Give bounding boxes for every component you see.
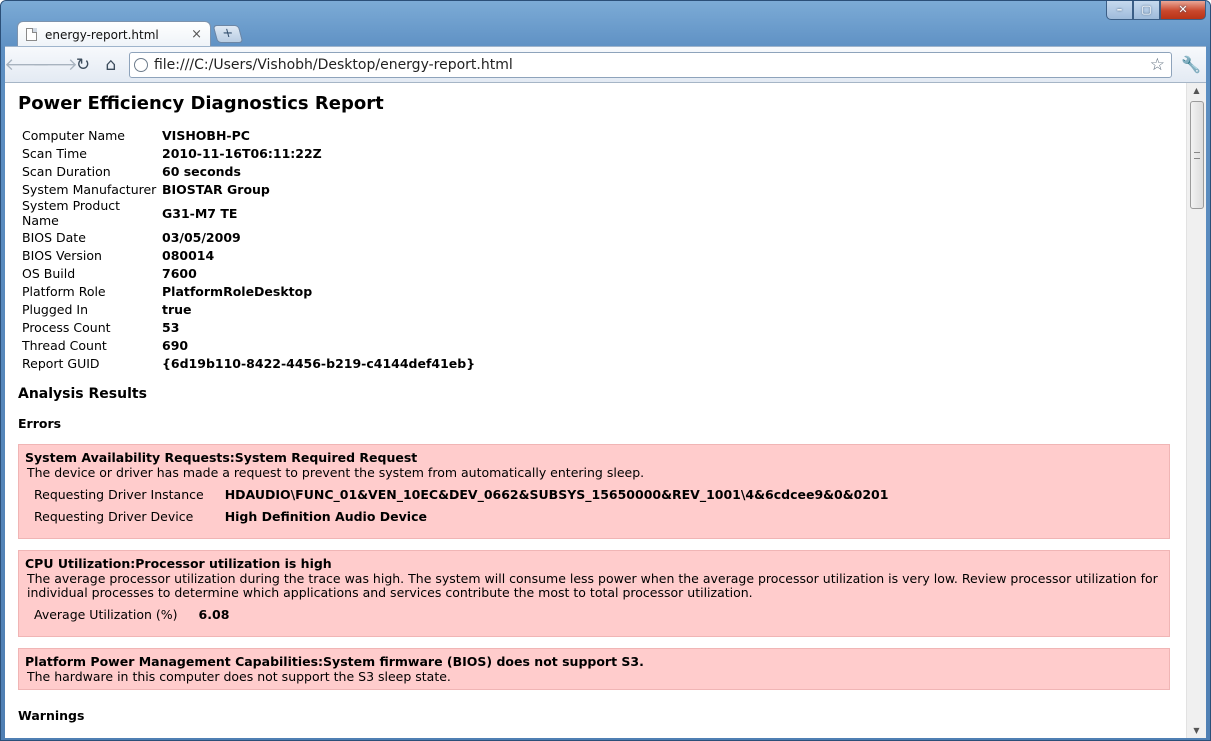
error-item: Platform Power Management Capabilities:S… bbox=[18, 648, 1170, 690]
info-value: VISHOBH-PC bbox=[162, 127, 250, 143]
system-info-table: Computer Name VISHOBH-PC Scan Time 2010-11-… bbox=[20, 126, 477, 372]
error-item: CPU Utilization:Processor utilization is… bbox=[18, 550, 1170, 637]
error-detail-row: Requesting Driver Instance HDAUDIO\FUNC_0… bbox=[31, 486, 891, 508]
info-key: Scan Time bbox=[22, 145, 87, 161]
analysis-heading: Analysis Results bbox=[18, 386, 147, 402]
scrollbar-thumb[interactable] bbox=[1190, 101, 1204, 209]
error-detail-value: High Definition Audio Device bbox=[224, 509, 427, 524]
info-row: Computer Name VISHOBH-PC bbox=[20, 126, 477, 144]
info-value: G31-M7 TE bbox=[162, 205, 238, 221]
error-details: Requesting Driver Instance HDAUDIO\FUNC_0… bbox=[31, 486, 891, 530]
info-key: OS Build bbox=[22, 265, 76, 281]
minimize-button[interactable]: – bbox=[1106, 1, 1133, 20]
info-row: OS Build 7600 bbox=[20, 264, 477, 282]
info-key: Thread Count bbox=[22, 337, 107, 353]
reload-button[interactable]: ↻ bbox=[69, 52, 97, 78]
warnings-heading: Warnings bbox=[18, 708, 85, 723]
error-detail-key: Average Utilization (%) bbox=[34, 607, 178, 622]
info-row: Process Count 53 bbox=[20, 318, 477, 336]
info-value: 60 seconds bbox=[162, 163, 241, 179]
vertical-scrollbar[interactable]: ▲ ▼ bbox=[1186, 83, 1206, 738]
info-row: Report GUID {6d19b110-8422-4456-b219-c414… bbox=[20, 354, 477, 372]
info-value: BIOSTAR Group bbox=[162, 181, 270, 197]
info-key: BIOS Version bbox=[22, 247, 102, 263]
error-detail-row: Average Utilization (%) 6.08 bbox=[31, 606, 232, 628]
url-text[interactable]: file:///C:/Users/Vishobh/Desktop/energy-… bbox=[154, 57, 1150, 73]
error-details: Average Utilization (%) 6.08 bbox=[31, 606, 232, 628]
info-value: true bbox=[162, 301, 192, 317]
info-value: 03/05/2009 bbox=[162, 229, 241, 245]
window-controls: – ▢ ✕ bbox=[1106, 1, 1206, 20]
info-value: 080014 bbox=[162, 247, 215, 263]
errors-list: System Availability Requests:System Requ… bbox=[18, 444, 1173, 690]
info-row: System Product Name G31-M7 TE bbox=[20, 198, 477, 228]
browser-window: energy-report.html × + – ▢ ✕ 🡐 🡒 ↻ ⌂ fil… bbox=[0, 0, 1211, 741]
bookmark-star-icon[interactable]: ☆ bbox=[1150, 55, 1171, 75]
info-row: BIOS Version 080014 bbox=[20, 246, 477, 264]
info-row: Scan Duration 60 seconds bbox=[20, 162, 477, 180]
report-page: Power Efficiency Diagnostics Report Comp… bbox=[5, 83, 1186, 738]
info-key: Process Count bbox=[22, 319, 111, 335]
info-key: Report GUID bbox=[22, 355, 100, 371]
info-row: Thread Count 690 bbox=[20, 336, 477, 354]
maximize-button[interactable]: ▢ bbox=[1133, 1, 1160, 20]
info-row: BIOS Date 03/05/2009 bbox=[20, 228, 477, 246]
wrench-menu-icon[interactable]: 🔧 bbox=[1176, 55, 1206, 74]
info-row: Platform Role PlatformRoleDesktop bbox=[20, 282, 477, 300]
document-icon bbox=[26, 28, 37, 41]
error-description: The average processor utilization during… bbox=[27, 571, 1158, 600]
scroll-up-icon[interactable]: ▲ bbox=[1187, 83, 1206, 99]
error-detail-key: Requesting Driver Instance bbox=[34, 487, 204, 502]
close-window-button[interactable]: ✕ bbox=[1160, 1, 1206, 20]
error-title: Platform Power Management Capabilities:S… bbox=[25, 654, 644, 669]
info-row: Plugged In true bbox=[20, 300, 477, 318]
tab-strip: energy-report.html × + – ▢ ✕ bbox=[1, 1, 1210, 47]
error-title: CPU Utilization:Processor utilization is… bbox=[25, 556, 332, 571]
error-detail-value: HDAUDIO\FUNC_01&VEN_10EC&DEV_0662&SUBSYS… bbox=[224, 487, 889, 502]
info-key: Platform Role bbox=[22, 283, 106, 299]
close-tab-icon[interactable]: × bbox=[191, 27, 202, 42]
new-tab-button[interactable]: + bbox=[212, 25, 244, 43]
info-value: 7600 bbox=[162, 265, 197, 281]
browser-toolbar: 🡐 🡒 ↻ ⌂ file:///C:/Users/Vishobh/Desktop… bbox=[4, 46, 1206, 82]
scroll-down-icon[interactable]: ▼ bbox=[1187, 723, 1206, 738]
error-detail-value: 6.08 bbox=[198, 607, 230, 622]
address-bar[interactable]: file:///C:/Users/Vishobh/Desktop/energy-… bbox=[128, 51, 1173, 78]
home-icon: ⌂ bbox=[105, 54, 117, 75]
errors-heading: Errors bbox=[18, 416, 62, 431]
forward-button[interactable]: 🡒 bbox=[32, 52, 78, 78]
info-value: PlatformRoleDesktop bbox=[162, 283, 313, 299]
home-button[interactable]: ⌂ bbox=[97, 52, 125, 78]
info-key: Scan Duration bbox=[22, 163, 111, 179]
error-item: System Availability Requests:System Requ… bbox=[18, 444, 1170, 539]
error-detail-key: Requesting Driver Device bbox=[34, 509, 194, 524]
page-title: Power Efficiency Diagnostics Report bbox=[18, 93, 384, 114]
info-value: 2010-11-16T06:11:22Z bbox=[162, 145, 322, 161]
info-key: System Product Name bbox=[22, 198, 121, 228]
info-key: Plugged In bbox=[22, 301, 89, 317]
info-value: 690 bbox=[162, 337, 189, 353]
info-key: BIOS Date bbox=[22, 229, 86, 245]
error-description: The device or driver has made a request … bbox=[27, 465, 645, 480]
info-key: System Manufacturer bbox=[22, 181, 157, 197]
info-value: {6d19b110-8422-4456-b219-c4144def41eb} bbox=[162, 355, 476, 371]
info-row: Scan Time 2010-11-16T06:11:22Z bbox=[20, 144, 477, 162]
info-value: 53 bbox=[162, 319, 180, 335]
page-viewport: Power Efficiency Diagnostics Report Comp… bbox=[5, 82, 1206, 738]
info-row: System Manufacturer BIOSTAR Group bbox=[20, 180, 477, 198]
tab-title: energy-report.html bbox=[45, 27, 159, 42]
tab-energy-report[interactable]: energy-report.html × bbox=[17, 21, 211, 47]
error-title: System Availability Requests:System Requ… bbox=[25, 450, 418, 465]
page-info-icon[interactable] bbox=[133, 57, 148, 72]
error-description: The hardware in this computer does not s… bbox=[27, 669, 451, 684]
info-key: Computer Name bbox=[22, 127, 125, 143]
error-detail-row: Requesting Driver Device High Definition … bbox=[31, 508, 891, 530]
reload-icon: ↻ bbox=[75, 54, 91, 75]
